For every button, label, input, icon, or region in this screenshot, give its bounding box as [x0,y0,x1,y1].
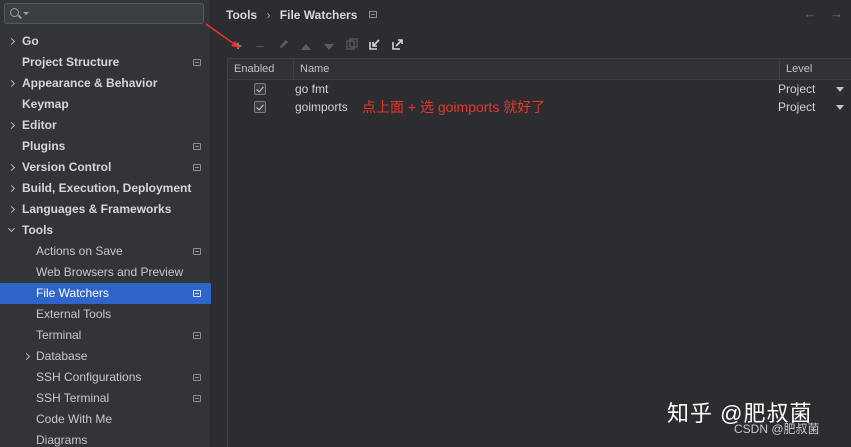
sidebar-item-plugins[interactable]: Plugins [0,136,211,157]
sidebar-item-actions-on-save[interactable]: Actions on Save [0,241,211,262]
search-input[interactable] [4,3,204,24]
table-header: Enabled Name Level [228,59,851,80]
sidebar-item-label: Project Structure [22,55,120,69]
sidebar-item-keymap[interactable]: Keymap [0,94,211,115]
export-icon[interactable] [390,37,406,55]
project-settings-icon [193,164,201,171]
sidebar-item-label: Editor [22,118,57,132]
enabled-checkbox[interactable] [254,101,266,113]
sidebar-item-database[interactable]: Database [0,346,211,367]
project-settings-icon [193,332,201,339]
sidebar-item-label: Languages & Frameworks [22,202,172,216]
chevron-down-icon[interactable] [836,87,844,92]
project-settings-icon [193,143,201,150]
sidebar-item-label: Version Control [22,160,112,174]
watcher-level[interactable]: Project [778,98,815,116]
sidebar-item-label: Appearance & Behavior [22,76,158,90]
breadcrumb-parent[interactable]: Tools [226,8,257,22]
watcher-level[interactable]: Project [778,80,815,98]
column-header-enabled[interactable]: Enabled [228,59,294,80]
breadcrumb-current: File Watchers [279,7,358,22]
chevron-right-icon[interactable] [7,121,16,130]
sidebar-item-label: Web Browsers and Preview [36,265,184,279]
sidebar-item-label: Terminal [36,328,82,342]
search-icon [10,8,19,17]
settings-sidebar: Go Project Structure Appearance & Behavior… [0,0,211,447]
sidebar-item-tools[interactable]: Tools [0,220,211,241]
sidebar-item-diagrams[interactable]: Diagrams [0,430,211,447]
sidebar-item-build-execution-deployment[interactable]: Build, Execution, Deployment [0,178,211,199]
watcher-name: goimports [295,100,348,114]
sidebar-item-ssh-configurations[interactable]: SSH Configurations [0,367,211,388]
sidebar-item-label: Keymap [22,97,69,111]
chevron-right-icon[interactable] [7,184,16,193]
sidebar-item-code-with-me[interactable]: Code With Me [0,409,211,430]
chevron-down-icon[interactable] [836,105,844,110]
pencil-icon[interactable] [276,37,292,55]
project-settings-icon [193,374,201,381]
sidebar-item-label: Code With Me [36,412,113,426]
column-header-level[interactable]: Level [780,59,851,80]
project-settings-icon [193,395,201,402]
breadcrumb-separator: › [266,7,271,22]
table-row[interactable]: goimports 点上面 + 选 goimports 就好了 Project [228,98,851,116]
sidebar-item-label: Diagrams [36,433,88,447]
column-header-name[interactable]: Name [294,59,780,80]
sidebar-item-label: External Tools [36,307,112,321]
watcher-name: go fmt [295,82,329,96]
sidebar-item-label: Plugins [22,139,66,153]
sidebar-item-ssh-terminal[interactable]: SSH Terminal [0,388,211,409]
sidebar-item-web-browsers-and-preview[interactable]: Web Browsers and Preview [0,262,211,283]
sidebar-item-label: Tools [22,223,54,237]
settings-tree: Go Project Structure Appearance & Behavior… [0,31,211,447]
project-settings-icon [368,11,377,19]
project-settings-icon [193,248,201,255]
chevron-down-icon[interactable] [7,224,16,233]
sidebar-item-label: Database [36,349,88,363]
project-settings-icon [193,290,201,297]
chevron-right-icon[interactable] [7,163,16,172]
table-row[interactable]: go fmt Project [228,80,851,98]
annotation-text: 点上面 + 选 goimports 就好了 [362,99,546,115]
sidebar-item-editor[interactable]: Editor [0,115,211,136]
project-settings-icon [193,59,201,66]
chevron-right-icon[interactable] [7,205,16,214]
sidebar-item-go[interactable]: Go [0,31,211,52]
sidebar-item-label: Go [22,34,39,48]
main-panel: Tools › File Watchers ← → + – Enabled Na… [212,0,851,447]
chevron-right-icon[interactable] [7,79,16,88]
import-icon[interactable] [367,37,383,55]
file-watchers-table: Enabled Name Level go fmt Project goimpo… [227,58,851,447]
sidebar-item-project-structure[interactable]: Project Structure [0,52,211,73]
sidebar-item-label: SSH Terminal [36,391,110,405]
sidebar-item-version-control[interactable]: Version Control [0,157,211,178]
sidebar-item-file-watchers[interactable]: File Watchers [0,283,211,304]
copy-icon[interactable] [344,37,360,55]
sidebar-item-label: SSH Configurations [36,370,142,384]
chevron-right-icon[interactable] [7,37,16,46]
sidebar-item-appearance-behavior[interactable]: Appearance & Behavior [0,73,211,94]
minus-icon[interactable]: – [252,37,268,55]
arrow-up-icon[interactable] [298,37,314,55]
plus-icon[interactable]: + [230,37,246,55]
sidebar-item-label: Actions on Save [36,244,123,258]
sidebar-item-external-tools[interactable]: External Tools [0,304,211,325]
sidebar-item-label: File Watchers [36,286,109,300]
sidebar-item-terminal[interactable]: Terminal [0,325,211,346]
chevron-right-icon[interactable] [22,352,31,361]
sidebar-item-label: Build, Execution, Deployment [22,181,192,195]
watermark-sub: CSDN @肥叔菌 [734,422,820,436]
sidebar-item-languages-frameworks[interactable]: Languages & Frameworks [0,199,211,220]
forward-arrow-icon[interactable]: → [830,6,843,21]
chevron-down-icon[interactable] [23,12,29,15]
enabled-checkbox[interactable] [254,83,266,95]
breadcrumb: Tools › File Watchers [226,7,377,22]
back-arrow-icon[interactable]: ← [803,6,816,21]
navigation-arrows: ← → [793,6,843,21]
arrow-down-icon[interactable] [321,37,337,55]
